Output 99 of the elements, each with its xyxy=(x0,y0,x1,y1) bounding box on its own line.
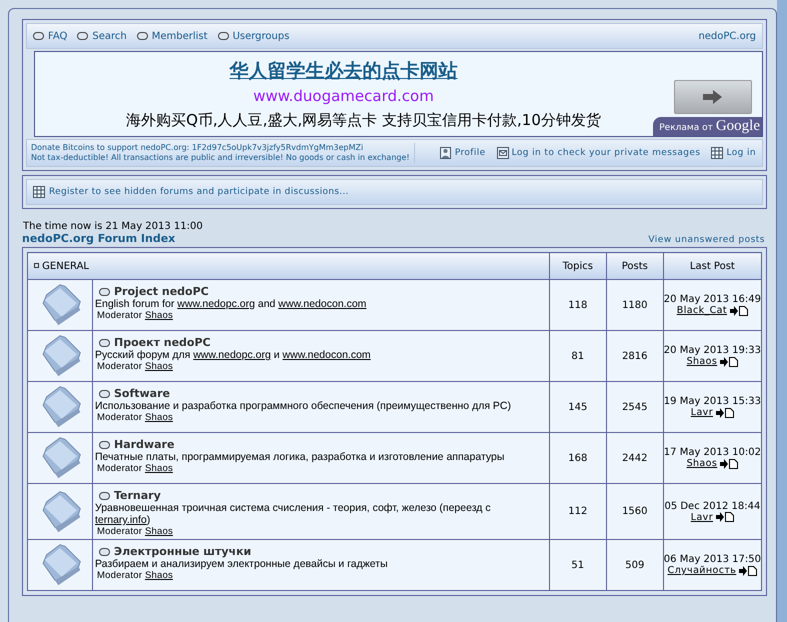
pill-icon xyxy=(99,288,110,296)
column-header: Posts xyxy=(606,252,664,280)
moderator-label: Moderator xyxy=(97,570,142,581)
donate-text: Donate Bitcoins to support nedoPC.org: 1F2d97c5oUpk7v3jzfy5RvdmYgMm3epMZi xyxy=(31,143,364,153)
forum-title-link[interactable]: Электронные штучки xyxy=(114,545,252,558)
description-link[interactable]: www.nedopc.org xyxy=(193,349,271,361)
user-link[interactable]: Log in to check your private messages xyxy=(496,147,700,159)
last-post-date: 19 May 2013 15:33 xyxy=(664,396,761,407)
pill-icon xyxy=(136,32,148,40)
moderator-label: Moderator xyxy=(97,412,142,423)
description-link[interactable]: www.nedopc.org xyxy=(177,298,255,310)
pill-icon xyxy=(99,548,110,556)
description-link[interactable]: www.nedocon.com xyxy=(282,349,371,361)
last-post-date: 06 May 2013 17:50 xyxy=(664,554,761,565)
last-post-user-link[interactable]: Lavr xyxy=(690,512,714,522)
nav-link[interactable]: Memberlist xyxy=(136,30,208,42)
column-header: Topics xyxy=(549,252,606,280)
description-link[interactable]: ternary.info xyxy=(95,514,147,526)
square-bullet-icon xyxy=(34,263,39,268)
forum-description: Уравновешенная троичная система счисления - теория, софт, железо (переезд с ternary.info) xyxy=(95,502,492,526)
pill-icon xyxy=(218,32,229,40)
donate-text: Not tax-deductible! All transactions are public and irreversible! No goods or cash in exchange! xyxy=(31,153,410,163)
pill-icon xyxy=(99,338,110,346)
envelope-icon xyxy=(496,147,509,159)
forum-description: Использование и разработка программного обеспечения (преимущественно для PC) xyxy=(95,400,512,412)
pill-icon xyxy=(99,492,110,500)
last-post-date: 20 May 2013 19:33 xyxy=(664,345,761,356)
ad-title-link[interactable]: 华人留学生必去的点卡网站 xyxy=(230,58,458,84)
pill-icon xyxy=(33,32,44,40)
forum-description: Русский форум для www.nedopc.org и www.nedocon.com xyxy=(95,349,372,361)
posts-cell: 2545 xyxy=(606,382,664,432)
last-post-user-link[interactable]: Shaos xyxy=(686,458,718,469)
grid-icon xyxy=(33,186,45,198)
pill-icon xyxy=(99,390,110,398)
pill-icon xyxy=(77,32,88,40)
go-to-post-icon xyxy=(720,356,738,366)
moderator-label: Moderator xyxy=(97,310,142,321)
last-post-user-link[interactable]: Black_Cat xyxy=(676,305,728,316)
moderator-link[interactable]: Shaos xyxy=(144,463,173,474)
go-to-post-icon xyxy=(730,306,748,316)
user-link[interactable]: Log in xyxy=(711,147,756,159)
last-post-date: 17 May 2013 10:02 xyxy=(664,447,761,458)
last-post-user-link[interactable]: Случайность xyxy=(668,565,736,576)
last-post-date: 20 May 2013 16:49 xyxy=(664,294,761,305)
posts-cell: 509 xyxy=(606,540,664,590)
topics-cell: 118 xyxy=(549,280,606,330)
forum-title-link[interactable]: Project nedoPC xyxy=(114,285,209,298)
register-link[interactable]: Register to see hidden forums and participate in discussions... xyxy=(33,186,349,198)
category-header: GENERAL xyxy=(28,252,550,280)
pill-icon xyxy=(99,440,110,448)
site-link[interactable]: nedoPC.org xyxy=(698,30,756,42)
ad-text: 海外购买Q币,人人豆,盛大,网易等点卡 支持贝宝信用卡付款,10分钟发货 xyxy=(126,110,601,131)
posts-cell: 2816 xyxy=(606,330,664,382)
ad-url: www.duogamecard.com xyxy=(253,86,434,107)
moderator-label: Moderator xyxy=(97,463,142,474)
moderator-label: Moderator xyxy=(97,526,142,537)
nav-link[interactable]: Search xyxy=(77,30,127,42)
go-to-post-icon xyxy=(716,408,734,418)
unanswered-posts-link[interactable]: View unanswered posts xyxy=(648,235,767,245)
posts-cell: 1180 xyxy=(606,280,664,330)
topics-cell: 51 xyxy=(549,540,606,590)
forum-title-link[interactable]: Software xyxy=(114,387,170,400)
posts-cell: 2442 xyxy=(606,432,664,484)
forum-title-link[interactable]: Проект nedoPC xyxy=(114,336,211,349)
arrow-button[interactable] xyxy=(674,80,752,114)
moderator-label: Moderator xyxy=(97,361,142,372)
nav-link[interactable]: FAQ xyxy=(33,30,68,42)
ad-badge-brand: Google xyxy=(716,118,760,135)
grid-icon xyxy=(711,147,724,159)
moderator-link[interactable]: Shaos xyxy=(144,361,173,372)
forum-description: Печатные платы, программируемая логика, разработка и изготовление аппаратуры xyxy=(95,451,506,463)
moderator-link[interactable]: Shaos xyxy=(144,570,173,581)
nav-link[interactable]: Usergroups xyxy=(218,30,290,42)
moderator-link[interactable]: Shaos xyxy=(144,310,173,321)
ad-badge-label: Реклама от xyxy=(659,123,713,133)
moderator-link[interactable]: Shaos xyxy=(144,526,173,537)
go-to-post-icon xyxy=(716,512,734,522)
user-link[interactable]: Profile xyxy=(440,147,486,159)
forum-index-link[interactable]: nedoPC.org Forum Index xyxy=(22,232,203,245)
forum-title-link[interactable]: Hardware xyxy=(114,438,174,451)
current-time: The time now is 21 May 2013 11:00 xyxy=(22,221,203,232)
moderator-link[interactable]: Shaos xyxy=(144,412,173,423)
person-icon xyxy=(440,147,452,159)
go-to-post-icon xyxy=(739,566,758,576)
forum-description: English forum for www.nedopc.org and www.nedocon.com xyxy=(95,298,368,310)
last-post-user-link[interactable]: Shaos xyxy=(686,356,718,367)
go-to-post-icon xyxy=(720,458,738,468)
forum-title-link[interactable]: Ternary xyxy=(114,489,161,502)
description-link[interactable]: www.nedocon.com xyxy=(278,298,366,310)
topics-cell: 81 xyxy=(549,330,606,382)
column-header: Last Post xyxy=(663,252,762,280)
posts-cell: 1560 xyxy=(606,484,664,540)
topics-cell: 145 xyxy=(549,382,606,432)
last-post-user-link[interactable]: Lavr xyxy=(690,407,714,418)
right-arrow-icon xyxy=(703,90,723,104)
last-post-date: 05 Dec 2012 18:44 xyxy=(664,500,761,512)
topics-cell: 168 xyxy=(549,432,606,484)
forum-description: Разбираем и анализируем электронные девайсы и гаджеты xyxy=(95,558,389,570)
topics-cell: 112 xyxy=(549,484,606,540)
